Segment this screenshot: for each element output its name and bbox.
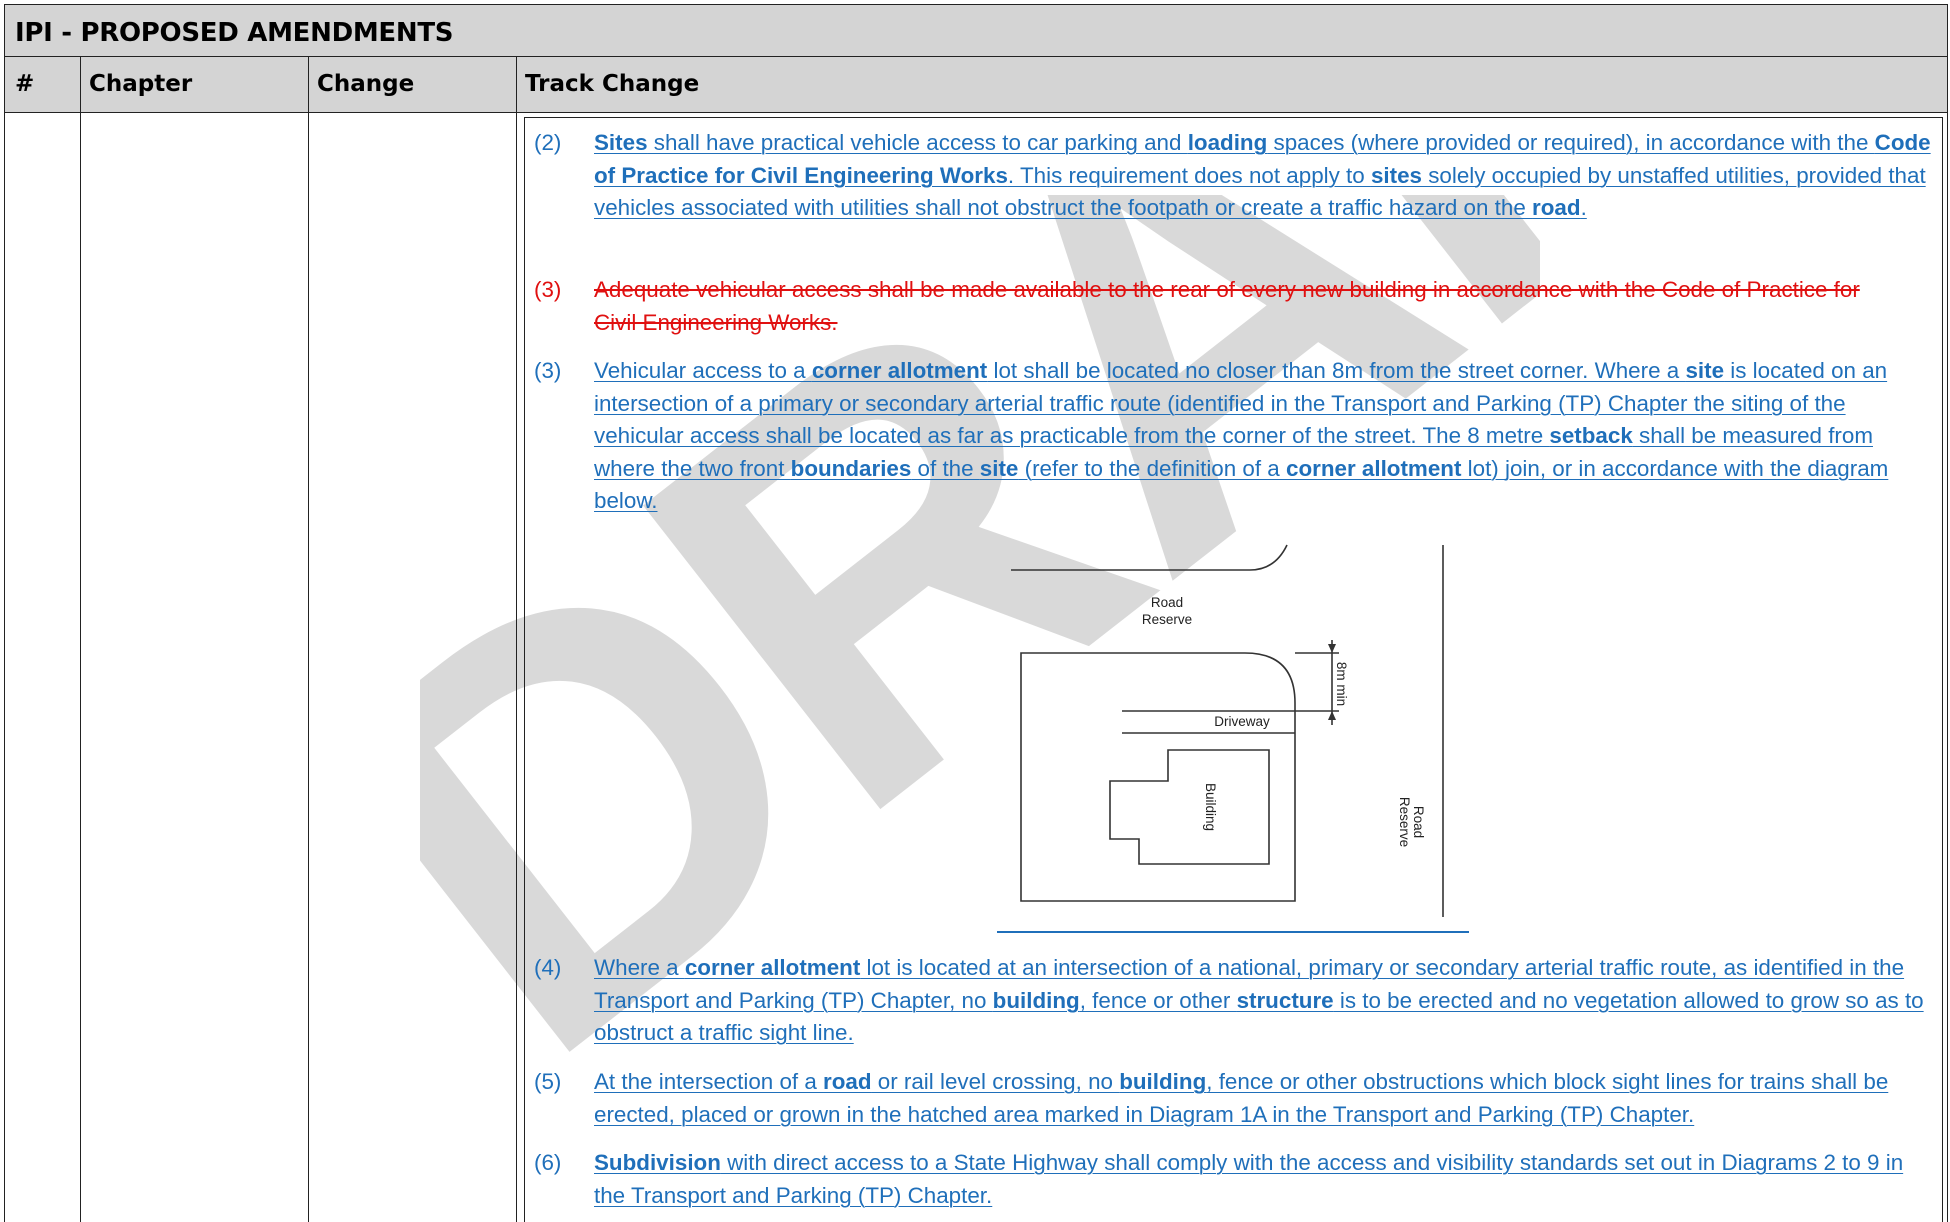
clause-text: Where a corner allotment lot is located … [594,955,1924,1045]
table-title-row: IPI - PROPOSED AMENDMENTS [4,4,1948,57]
road-reserve-side-label: Reserve [1397,797,1412,847]
clause-number: (2) [534,130,562,155]
deleted-clause-text: Adequate vehicular access shall be made … [594,277,1860,335]
road-reserve-top-label: Road [1151,595,1183,610]
clause-text: Vehicular access to a corner allotment l… [594,358,1889,513]
column-divider [308,57,309,1222]
column-header-number: # [15,71,35,97]
deleted-clause-3: (3) Adequate vehicular access shall be m… [534,274,1864,339]
clause-number: (5) [534,1069,562,1094]
clause-4: (4) Where a corner allotment lot is loca… [534,952,1934,1050]
setback-label: 8m min [1334,662,1349,706]
column-divider [516,57,517,1222]
driveway-label: Driveway [1214,714,1270,729]
road-reserve-side-label: Road [1411,806,1426,838]
clause-5: (5) At the intersection of a road or rai… [534,1066,1934,1131]
clause-text: Subdivision with direct access to a Stat… [594,1150,1904,1208]
clause-2: (2) Sites shall have practical vehicle a… [534,127,1934,225]
clause-text: Sites shall have practical vehicle acces… [594,130,1931,220]
table-title: IPI - PROPOSED AMENDMENTS [15,18,454,48]
clause-3: (3) Vehicular access to a corner allotme… [534,355,1934,518]
column-header-chapter: Chapter [89,71,193,97]
clause-number: (4) [534,955,562,980]
arrow-head [1328,644,1336,653]
corner-allotment-diagram: Road Reserve Driveway Building 8m min Ro… [1011,544,1444,917]
column-divider [80,57,81,1222]
table-left-border [4,57,5,1222]
building-outline [1109,749,1270,865]
document-page: DRAFT IPI - PROPOSED AMENDMENTS # Chapte… [0,0,1950,1222]
road-edge-line [1011,544,1288,571]
column-header-change: Change [317,71,415,97]
column-header-track-change: Track Change [525,71,700,97]
table-right-border [1947,57,1948,1222]
road-reserve-top-label: Reserve [1142,612,1192,627]
clause-number: (6) [534,1150,562,1175]
diagram-insert-underline [997,931,1469,933]
building-label: Building [1203,783,1218,831]
table-header-row: # Chapter Change Track Change [4,57,1948,113]
clause-6: (6) Subdivision with direct access to a … [534,1147,1934,1212]
arrow-head [1328,711,1336,720]
clause-number: (3) [534,358,562,383]
clause-text: At the intersection of a road or rail le… [594,1069,1889,1127]
clause-number: (3) [534,277,562,302]
